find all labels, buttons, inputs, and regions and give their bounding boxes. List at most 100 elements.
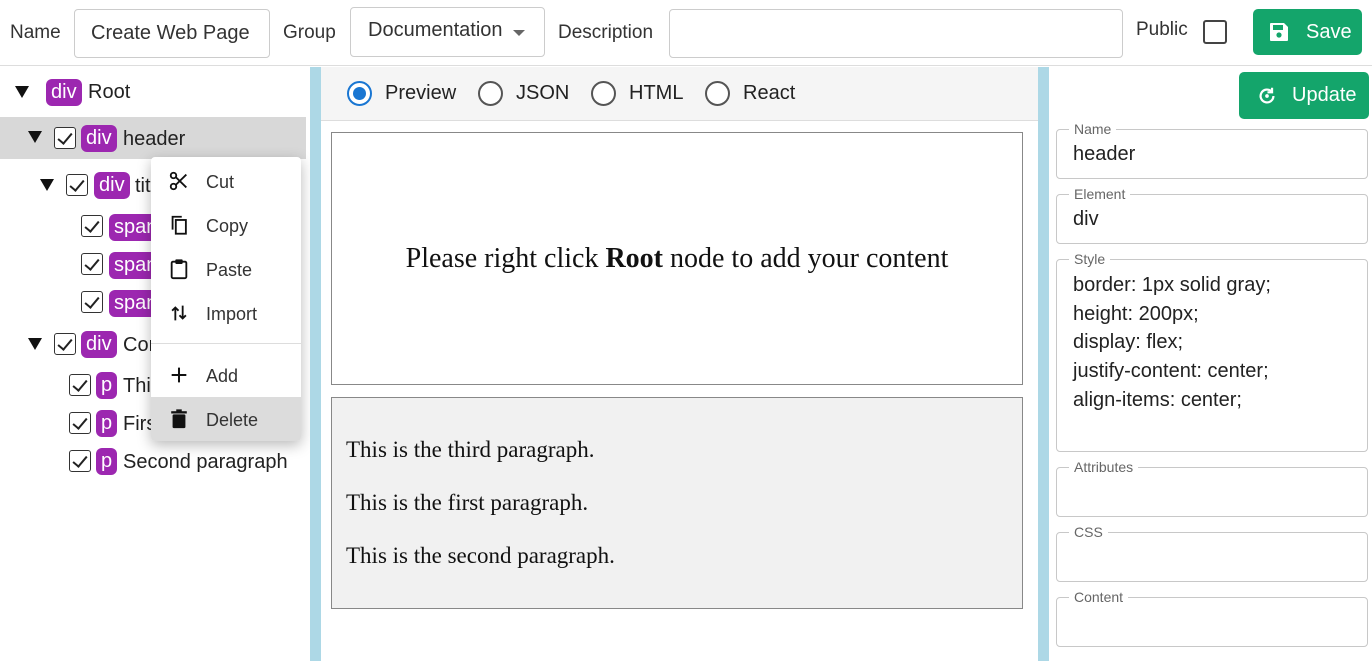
- tag-badge: div: [94, 172, 130, 199]
- group-label: Group: [283, 22, 336, 43]
- field-legend: CSS: [1069, 524, 1108, 540]
- radio-react-label[interactable]: React: [743, 82, 795, 105]
- node-checkbox[interactable]: [69, 374, 91, 396]
- right-splitter[interactable]: [1038, 67, 1049, 661]
- tag-badge: div: [81, 125, 117, 152]
- menu-item-label: Paste: [206, 260, 253, 280]
- expand-triangle-icon[interactable]: [28, 131, 42, 143]
- field-legend: Content: [1069, 589, 1129, 605]
- attributes-field[interactable]: Attributes: [1056, 459, 1368, 517]
- style-line: justify-content: center;: [1073, 360, 1269, 383]
- group-select[interactable]: Documentation: [350, 7, 545, 57]
- context-menu: Cut Copy Paste Import Add Delete: [151, 157, 301, 441]
- css-field[interactable]: CSS: [1056, 524, 1368, 582]
- page-name-input[interactable]: Create Web Page: [74, 9, 270, 58]
- radio-json-label[interactable]: JSON: [516, 82, 569, 105]
- style-line: height: 200px;: [1073, 302, 1199, 325]
- refresh-icon: [1259, 87, 1275, 104]
- node-checkbox[interactable]: [66, 174, 88, 196]
- menu-item-label: Import: [206, 304, 258, 324]
- menu-item-label: Cut: [206, 172, 235, 192]
- tree-node-label: Root: [88, 81, 131, 103]
- top-toolbar: Name Create Web Page Group Documentation…: [0, 0, 1372, 66]
- menu-item-import[interactable]: Import: [151, 291, 301, 335]
- expand-triangle-icon[interactable]: [15, 86, 29, 98]
- field-value: div: [1073, 208, 1099, 230]
- preview-paragraph: This is the third paragraph.: [346, 437, 595, 462]
- menu-item-cut[interactable]: Cut: [151, 159, 301, 203]
- style-line: border: 1px solid gray;: [1073, 274, 1271, 296]
- radio-html[interactable]: [591, 81, 616, 106]
- node-checkbox[interactable]: [69, 412, 91, 434]
- save-button-label: Save: [1306, 20, 1352, 43]
- content-field[interactable]: Content: [1056, 589, 1368, 647]
- preview-text-part: node to add your content: [663, 242, 949, 274]
- node-checkbox[interactable]: [69, 450, 91, 472]
- tag-badge: p: [96, 372, 118, 399]
- radio-preview-label[interactable]: Preview: [385, 82, 456, 105]
- import-arrows-icon: [171, 305, 187, 321]
- tree-node-paragraph[interactable]: p Second paragraph: [0, 447, 306, 487]
- name-field[interactable]: Name header: [1056, 121, 1368, 179]
- style-line: align-items: center;: [1073, 388, 1242, 411]
- tree-node-label: tit: [135, 175, 151, 197]
- tag-badge: p: [96, 448, 118, 475]
- preview-content-element[interactable]: This is the third paragraph. This is the…: [331, 397, 1023, 609]
- style-field[interactable]: Style border: 1px solid gray; height: 20…: [1056, 251, 1368, 452]
- tree-node-label: Second paragraph: [123, 451, 288, 473]
- menu-item-add[interactable]: Add: [151, 353, 301, 397]
- menu-item-delete[interactable]: Delete: [151, 397, 301, 441]
- tree-node-root[interactable]: div Root: [0, 72, 306, 112]
- save-button[interactable]: Save: [1253, 9, 1362, 55]
- expand-triangle-icon[interactable]: [28, 338, 42, 350]
- style-line: display: flex;: [1073, 331, 1184, 354]
- element-field[interactable]: Element div: [1056, 186, 1368, 244]
- properties-panel: Name header Element div Style border: 1p…: [1049, 67, 1372, 661]
- clipboard-icon: [170, 259, 188, 280]
- tree-node-label: header: [123, 128, 186, 150]
- tree-node-header[interactable]: div header: [0, 117, 306, 159]
- field-legend: Attributes: [1069, 459, 1139, 475]
- trash-icon: [171, 409, 187, 429]
- radio-react[interactable]: [705, 81, 730, 106]
- menu-item-label: Copy: [206, 216, 249, 236]
- left-splitter[interactable]: [310, 67, 321, 661]
- node-checkbox[interactable]: [81, 215, 103, 237]
- radio-html-label[interactable]: HTML: [629, 82, 683, 105]
- preview-text-bold: Root: [605, 242, 663, 274]
- copy-icon: [171, 215, 187, 235]
- menu-item-paste[interactable]: Paste: [151, 247, 301, 291]
- preview-paragraph: This is the second paragraph.: [346, 543, 615, 568]
- view-mode-tabs: Preview JSON HTML React: [321, 67, 1038, 121]
- expand-triangle-icon[interactable]: [40, 179, 54, 191]
- tag-badge: div: [81, 331, 117, 358]
- caret-down-icon: [513, 30, 525, 36]
- group-select-value: Documentation: [368, 19, 503, 41]
- preview-header-text: Please right click Root node to add your…: [406, 243, 949, 275]
- update-button-label: Update: [1292, 84, 1357, 106]
- menu-item-copy[interactable]: Copy: [151, 203, 301, 247]
- radio-preview[interactable]: [347, 81, 372, 106]
- plus-icon: [171, 367, 187, 383]
- field-legend: Name: [1069, 121, 1117, 137]
- public-checkbox[interactable]: [1203, 20, 1227, 44]
- menu-divider: [151, 343, 301, 344]
- update-button[interactable]: Update: [1239, 72, 1369, 119]
- style-value: border: 1px solid gray; height: 200px; d…: [1073, 271, 1271, 415]
- floppy-disk-icon: [1270, 23, 1288, 41]
- name-label: Name: [10, 22, 61, 43]
- radio-json[interactable]: [478, 81, 503, 106]
- node-checkbox[interactable]: [54, 127, 76, 149]
- node-checkbox[interactable]: [81, 291, 103, 313]
- node-checkbox[interactable]: [54, 333, 76, 355]
- field-value: header: [1073, 143, 1136, 165]
- menu-item-label: Delete: [206, 410, 259, 430]
- description-input[interactable]: [669, 9, 1123, 58]
- preview-paragraph: This is the first paragraph.: [346, 490, 589, 515]
- description-label: Description: [558, 22, 654, 43]
- node-checkbox[interactable]: [81, 253, 103, 275]
- menu-item-label: Add: [206, 366, 239, 386]
- preview-header-element[interactable]: Please right click Root node to add your…: [331, 132, 1023, 385]
- tree-node-label: Thi: [123, 375, 151, 397]
- field-legend: Element: [1069, 186, 1131, 202]
